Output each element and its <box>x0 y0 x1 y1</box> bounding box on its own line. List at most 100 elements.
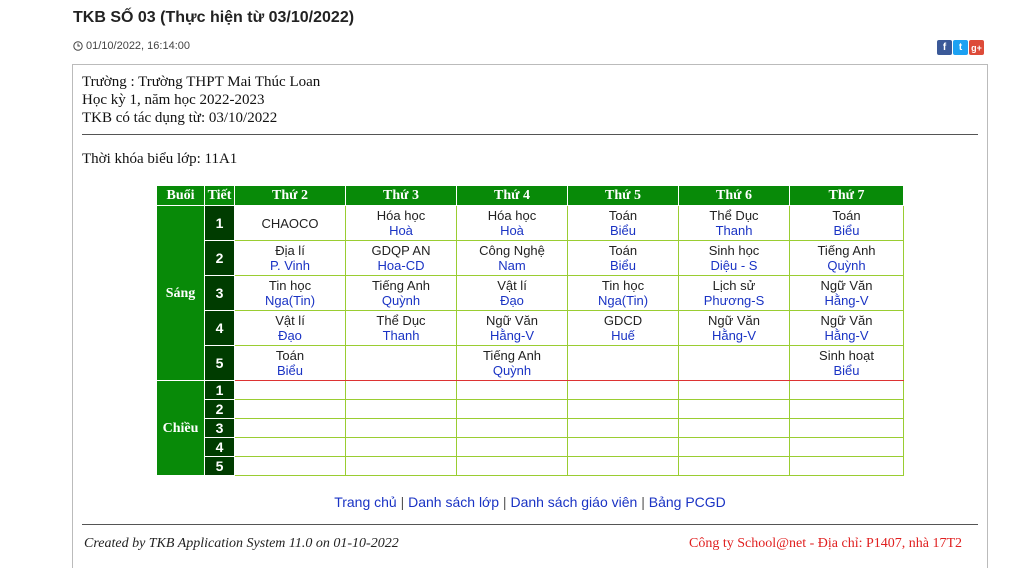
timetable-cell <box>678 456 790 476</box>
share-buttons: f t g+ <box>937 40 984 55</box>
table-row: 3 Tin học Nga(Tin) Tiếng Anh Quỳnh Vật lí Đạo T… <box>157 275 904 311</box>
timestamp-row: 01/10/2022, 16:14:00 <box>73 40 190 52</box>
table-row: 5 Toán Biểu Tiếng Anh Quỳnh Sinh hoạt Biểu <box>157 345 904 381</box>
timetable-cell <box>678 418 790 438</box>
subject-name: Toán <box>608 243 638 258</box>
timetable-cell <box>456 437 568 457</box>
timetable-cell <box>789 418 904 438</box>
timetable-cell <box>567 380 679 400</box>
timetable-cell: Tin học Nga(Tin) <box>234 275 346 311</box>
period-number: 3 <box>204 418 235 438</box>
period-number: 1 <box>204 380 235 400</box>
timetable-cell: Tiếng Anh Quỳnh <box>789 240 904 276</box>
teacher-name: Quỳnh <box>827 258 866 273</box>
table-row: 2 Địa lí P. Vinh GDQP AN Hoa-CD Công Nghệ Nam T… <box>157 240 904 276</box>
timetable-cell <box>234 456 346 476</box>
teacher-name: P. Vinh <box>269 258 310 273</box>
timetable-cell: Sinh hoạt Biểu <box>789 345 904 381</box>
timetable-cell <box>789 437 904 457</box>
teacher-name: Hoà <box>500 223 524 238</box>
divider <box>82 134 978 135</box>
subject-name: Tiếng Anh <box>371 278 431 293</box>
twitter-icon[interactable]: t <box>953 40 968 55</box>
subject-name: Tiếng Anh <box>482 348 542 363</box>
timetable-cell <box>567 345 679 381</box>
timetable-cell: Toán Biểu <box>567 240 679 276</box>
teacher-name: Quỳnh <box>492 363 532 378</box>
timetable-cell <box>678 380 790 400</box>
period-number: 4 <box>204 310 235 346</box>
nav-separator: | <box>641 494 645 510</box>
header-thu-6: Thứ 6 <box>678 185 790 206</box>
subject-name: Ngữ Văn <box>820 278 873 293</box>
nav-teachers-link[interactable]: Danh sách giáo viên <box>510 494 637 510</box>
subject-name: Thể Dục <box>376 313 426 328</box>
timetable-cell: Thể Dục Thanh <box>678 205 790 241</box>
teacher-name: Biểu <box>833 223 860 238</box>
header-thu-3: Thứ 3 <box>345 185 457 206</box>
googleplus-icon[interactable]: g+ <box>969 40 984 55</box>
timetable-cell: Lịch sử Phương-S <box>678 275 790 311</box>
timetable-cell <box>678 399 790 419</box>
period-number: 2 <box>204 399 235 419</box>
page-title: TKB SỐ 03 (Thực hiện từ 03/10/2022) <box>73 9 355 26</box>
table-row: Sáng 1 CHAOCO Hóa học Hoà Hóa học Hoà Toán Biểu T… <box>156 205 904 381</box>
teacher-name: Hằng-V <box>824 328 869 343</box>
period-number: 5 <box>204 456 235 476</box>
timetable-cell <box>789 380 904 400</box>
teacher-name: Thanh <box>382 328 420 343</box>
timetable-cell: Ngữ Văn Hằng-V <box>456 310 568 346</box>
timetable-cell: Thể Dục Thanh <box>345 310 457 346</box>
timetable-cell <box>456 399 568 419</box>
table-row: 4 Vật lí Đạo Thể Dục Thanh Ngữ Văn Hằng-V GDCD H… <box>157 310 904 346</box>
teacher-name: Hằng-V <box>489 328 535 343</box>
header-thu-5: Thứ 5 <box>567 185 679 206</box>
session-afternoon: Chiều <box>156 380 205 476</box>
teacher-name: Hằng-V <box>711 328 757 343</box>
timetable-cell: Công Nghệ Nam <box>456 240 568 276</box>
timetable-cell <box>234 418 346 438</box>
header-thu-7: Thứ 7 <box>789 185 904 206</box>
teacher-name: Phương-S <box>703 293 765 308</box>
timetable-cell <box>234 399 346 419</box>
timetable-cell: Tiếng Anh Quỳnh <box>345 275 457 311</box>
subject-name: GDQP AN <box>371 243 431 258</box>
period-number: 5 <box>204 345 235 381</box>
table-row: 2 <box>157 399 904 419</box>
effective-date: TKB có tác dụng từ: 03/10/2022 <box>82 110 278 126</box>
timetable-cell <box>567 437 679 457</box>
timetable-cell <box>678 437 790 457</box>
class-title: Thời khóa biểu lớp: 11A1 <box>82 151 238 167</box>
session-morning: Sáng <box>156 205 205 381</box>
timetable-cell: Toán Biểu <box>234 345 346 381</box>
facebook-icon[interactable]: f <box>937 40 952 55</box>
subject-name: Vật lí <box>497 278 527 293</box>
timetable-cell <box>345 437 457 457</box>
nav-classes-link[interactable]: Danh sách lớp <box>408 494 499 510</box>
timetable-cell <box>789 456 904 476</box>
nav-assignments-link[interactable]: Bảng PCGD <box>649 494 726 510</box>
footer-divider <box>82 524 978 525</box>
timetable-cell: Địa lí P. Vinh <box>234 240 346 276</box>
subject-name: Hóa học <box>376 208 426 223</box>
teacher-name: Nga(Tin) <box>264 293 316 308</box>
subject-name: Thể Dục <box>709 208 759 223</box>
school-name: Trường : Trường THPT Mai Thúc Loan <box>82 74 321 90</box>
nav-home-link[interactable]: Trang chủ <box>334 494 397 510</box>
timetable-cell <box>456 380 568 400</box>
teacher-name: Hằng-V <box>824 293 869 308</box>
timetable: Buổi Tiết Thứ 2 Thứ 3 Thứ 4 Thứ 5 Thứ 6 … <box>156 185 904 476</box>
school-term: Học kỳ 1, năm học 2022-2023 <box>82 92 265 108</box>
header-thu-4: Thứ 4 <box>456 185 568 206</box>
timetable-header: Buổi Tiết Thứ 2 Thứ 3 Thứ 4 Thứ 5 Thứ 6 … <box>156 185 904 206</box>
subject-name: Toán <box>608 208 638 223</box>
timetable-cell <box>678 345 790 381</box>
timetable-cell: Ngữ Văn Hằng-V <box>789 275 904 311</box>
timetable-cell <box>345 399 457 419</box>
teacher-name: Thanh <box>715 223 753 238</box>
subject-name: Toán <box>832 208 861 223</box>
timetable-cell: GDCD Huế <box>567 310 679 346</box>
header-buoi: Buổi <box>156 185 205 206</box>
table-row: 3 <box>157 418 904 438</box>
timetable-cell: Vật lí Đạo <box>234 310 346 346</box>
